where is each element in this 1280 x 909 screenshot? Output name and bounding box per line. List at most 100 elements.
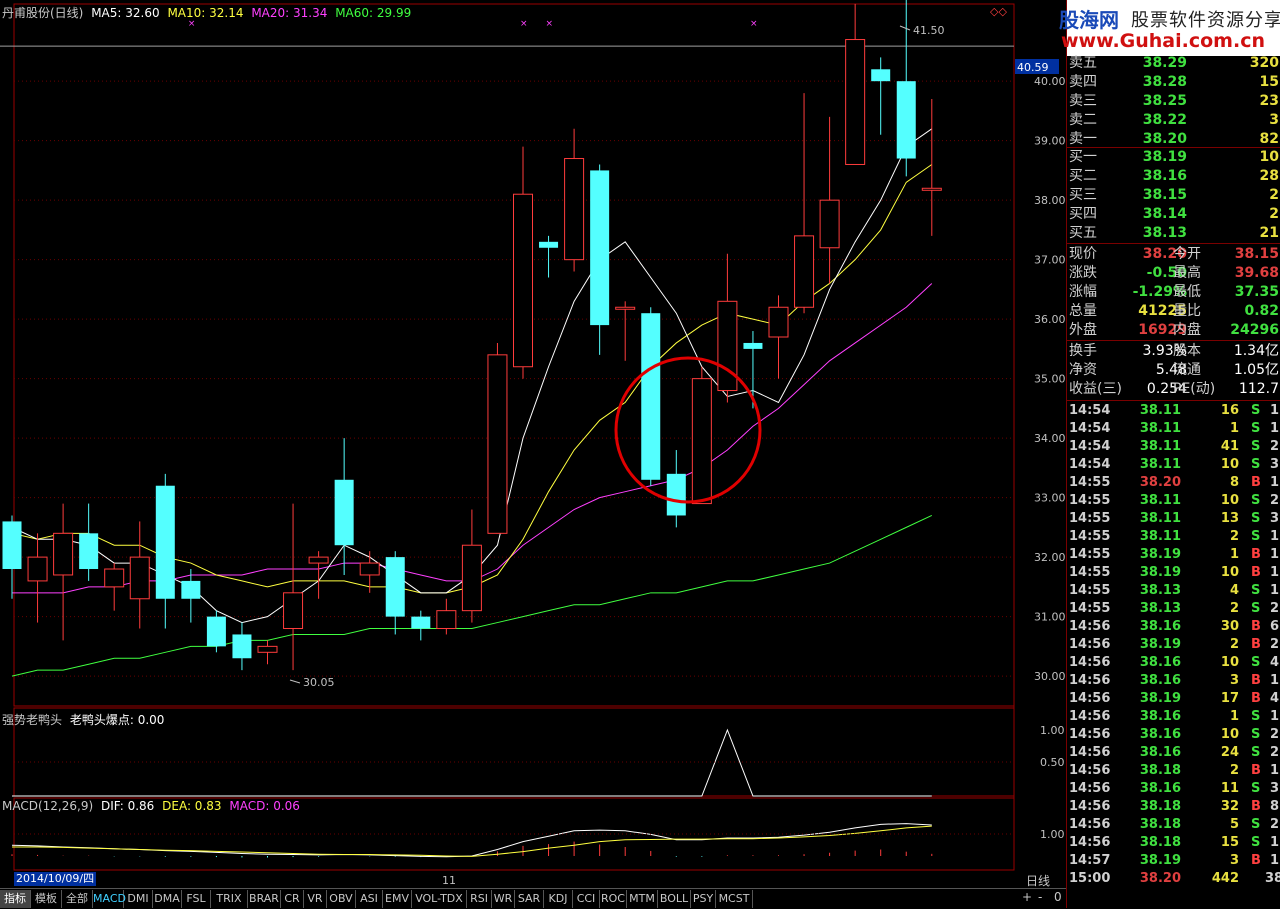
tab-obv[interactable]: OBV	[327, 890, 356, 908]
level-label: 买二	[1069, 168, 1097, 184]
trade-side: S	[1251, 493, 1261, 508]
trade-time: 14:55	[1069, 601, 1111, 616]
trade-time: 14:56	[1069, 835, 1111, 850]
trade-count: 3	[1269, 457, 1279, 472]
stock-title: 丹甫股份(日线)	[2, 6, 84, 20]
quote-label-2: 最低	[1173, 284, 1201, 300]
tab-boll[interactable]: BOLL	[658, 890, 691, 908]
candle-body-down	[666, 473, 686, 516]
trade-volume: 1	[1229, 547, 1239, 562]
tab-mcst[interactable]: MCST	[716, 890, 753, 908]
trade-price: 38.19	[1139, 547, 1181, 562]
trade-price: 38.19	[1139, 565, 1181, 580]
trade-price: 38.16	[1139, 727, 1181, 742]
tab-roc[interactable]: ROC	[600, 890, 627, 908]
trade-count: 1	[1269, 709, 1279, 724]
quote-value-2: 38.15	[1234, 246, 1279, 262]
divider	[1067, 400, 1280, 401]
tab-emv[interactable]: EMV	[383, 890, 412, 908]
level-price: 38.14	[1142, 206, 1187, 222]
diamond-icons[interactable]: ◇◇	[990, 5, 1007, 18]
trade-side: B	[1251, 799, 1261, 814]
trade-price: 38.18	[1139, 799, 1181, 814]
tab-模板[interactable]: 模板	[31, 890, 62, 908]
signal-x: ×	[750, 19, 758, 29]
trade-time: 14:55	[1069, 511, 1111, 526]
trade-time: 14:55	[1069, 583, 1111, 598]
level-label: 买四	[1069, 206, 1097, 222]
kline-chart[interactable]: 40.00 39.00 38.00 37.00 36.00 35.00 34.00 33.00…	[0, 0, 1066, 888]
trade-side: B	[1251, 673, 1261, 688]
candle-body-down	[206, 616, 226, 647]
trade-time: 14:54	[1069, 421, 1111, 436]
zoom-plus-button[interactable]: +	[1022, 890, 1032, 904]
trade-time: 14:54	[1069, 439, 1111, 454]
tab-vol-tdx[interactable]: VOL-TDX	[412, 890, 467, 908]
trade-price: 38.18	[1139, 817, 1181, 832]
tab-dma[interactable]: DMA	[153, 890, 182, 908]
trade-volume: 3	[1229, 853, 1239, 868]
trade-price: 38.11	[1139, 457, 1181, 472]
trade-count: 8	[1269, 799, 1279, 814]
tab-dmi[interactable]: DMI	[124, 890, 153, 908]
tab-fsl[interactable]: FSL	[182, 890, 211, 908]
fund-label-2: 股本	[1173, 343, 1201, 359]
reset-button[interactable]: 0	[1054, 890, 1062, 904]
trade-side: B	[1251, 619, 1261, 634]
trade-volume: 2	[1229, 763, 1239, 778]
trade-side: S	[1251, 781, 1261, 796]
tab-rsi[interactable]: RSI	[467, 890, 492, 908]
tab-kdj[interactable]: KDJ	[544, 890, 573, 908]
trade-time: 14:56	[1069, 637, 1111, 652]
tab-trix[interactable]: TRIX	[211, 890, 248, 908]
tab-psy[interactable]: PSY	[691, 890, 716, 908]
trade-price: 38.16	[1139, 619, 1181, 634]
tab-vr[interactable]: VR	[304, 890, 327, 908]
level-price: 38.28	[1142, 74, 1187, 90]
trade-price: 38.16	[1139, 655, 1181, 670]
trade-price: 38.19	[1139, 853, 1181, 868]
trade-volume: 10	[1220, 457, 1239, 472]
candle-body-down	[411, 616, 431, 629]
trade-time: 14:56	[1069, 799, 1111, 814]
candle-body-up	[308, 556, 329, 564]
trade-price: 38.16	[1139, 673, 1181, 688]
period-label[interactable]: 日线	[1026, 872, 1050, 889]
fund-value-2: 1.05亿	[1233, 362, 1279, 378]
tab-brar[interactable]: BRAR	[248, 890, 281, 908]
zoom-minus-button[interactable]: -	[1038, 890, 1042, 904]
tab-asi[interactable]: ASI	[356, 890, 383, 908]
trade-time: 14:55	[1069, 565, 1111, 580]
tab-wr[interactable]: WR	[492, 890, 515, 908]
tab-sar[interactable]: SAR	[515, 890, 544, 908]
trade-side: S	[1251, 403, 1261, 418]
level-volume: 3	[1269, 112, 1279, 128]
trade-count: 2	[1269, 601, 1279, 616]
trade-time: 14:56	[1069, 817, 1111, 832]
trade-volume: 10	[1220, 565, 1239, 580]
level-label: 卖四	[1069, 74, 1097, 90]
trade-volume: 442	[1211, 871, 1239, 886]
trade-count: 1	[1269, 835, 1279, 850]
candle-body-up	[768, 306, 789, 338]
tab-cci[interactable]: CCI	[573, 890, 600, 908]
trade-price: 38.13	[1139, 583, 1181, 598]
quote-label: 总量	[1069, 303, 1097, 319]
candle-body-down	[232, 634, 252, 659]
candle-body-down	[539, 241, 559, 248]
tab-macd[interactable]: MACD	[93, 890, 126, 908]
trade-volume: 2	[1229, 637, 1239, 652]
quote-value-2: 24296	[1230, 322, 1279, 338]
tab-mtm[interactable]: MTM	[627, 890, 658, 908]
candle-body-up	[283, 592, 304, 630]
tab-全部[interactable]: 全部	[62, 890, 93, 908]
trade-volume: 32	[1220, 799, 1239, 814]
candle-body-up	[717, 300, 738, 392]
candle-body-down	[590, 170, 610, 326]
tab-cr[interactable]: CR	[281, 890, 304, 908]
tab-指标[interactable]: 指标	[0, 890, 31, 908]
trade-time: 14:56	[1069, 619, 1111, 634]
candle-body-down	[79, 533, 99, 570]
high-price-label: 41.50	[913, 24, 945, 37]
trade-volume: 10	[1220, 655, 1239, 670]
